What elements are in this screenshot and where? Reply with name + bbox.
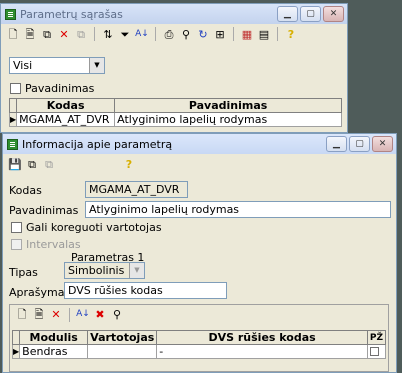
table-row[interactable]: ▶ Bendras - <box>11 344 387 359</box>
edit-icon[interactable]: 🗎 <box>23 27 37 41</box>
edit-icon[interactable]: 🗎 <box>32 308 46 322</box>
checkbox-box[interactable] <box>10 83 21 94</box>
minimize-button[interactable]: ▁ <box>277 6 298 22</box>
delete-icon[interactable]: ✕ <box>57 27 71 41</box>
filter-select-value: Visi <box>13 59 33 72</box>
table-cell-dvs[interactable]: - <box>156 344 368 359</box>
user-edit-checkbox[interactable]: Gali koreguoti vartotojas <box>11 221 162 234</box>
column-header[interactable]: Vartotojas <box>87 330 158 345</box>
column-header[interactable]: Pavadinimas <box>114 98 342 113</box>
param-list-table: Kodas Pavadinimas ▶ MGAMA_AT_DVR Atlygin… <box>8 98 342 127</box>
name-field[interactable]: Atlyginimo lapelių rodymas <box>85 201 391 218</box>
row-indicator-header <box>11 330 21 345</box>
detail-toolbar: 🗋 🗎 ✕ A↓ ✖ ⚲ <box>10 305 388 324</box>
sort-az-icon[interactable]: A↓ <box>135 27 149 41</box>
checkbox-box[interactable] <box>369 347 379 356</box>
duplicate-icon[interactable]: ⧉ <box>42 157 56 171</box>
code-field[interactable]: MGAMA_AT_DVR <box>85 181 188 198</box>
intervals-checkbox: Intervalas <box>11 238 81 251</box>
help-icon[interactable]: ? <box>122 157 136 171</box>
toolbar-separator <box>277 27 278 41</box>
funnel-icon[interactable]: ⏷ <box>118 27 132 41</box>
table-cell-user[interactable] <box>87 344 158 359</box>
toolbar-separator <box>69 307 70 322</box>
maximize-button[interactable]: ▢ <box>300 6 321 22</box>
desc-field[interactable]: DVS rūšies kodas <box>64 282 227 299</box>
param-list-toolbar: 🗋 🗎 ⧉ ✕ ⧉ ⇅ ⏷ A↓ ⎙ ⚲ ↻ ⊞ ▦ ▤ ? <box>1 24 347 44</box>
name-checkbox-label: Pavadinimas <box>25 82 95 95</box>
window-title: Parametrų sąrašas <box>20 7 123 21</box>
column-header[interactable]: DVS rūšies kodas <box>156 330 368 345</box>
new-icon[interactable]: 🗋 <box>15 308 29 322</box>
info-titlebar[interactable]: Informacija apie parametrą ▁ ▢ ✕ <box>3 134 396 154</box>
column-header[interactable]: Modulis <box>19 330 89 345</box>
clear-filter-icon[interactable]: ✖ <box>93 308 107 322</box>
row-pointer-icon: ▶ <box>8 112 18 127</box>
table-cell-name[interactable]: Atlyginimo lapelių rodymas <box>114 112 342 127</box>
row-pointer-icon: ▶ <box>11 344 21 359</box>
code-label: Kodas <box>9 184 42 197</box>
table-cell-pz[interactable] <box>366 344 387 359</box>
close-button[interactable]: ✕ <box>323 6 344 22</box>
app-icon <box>7 138 18 150</box>
duplicate-icon[interactable]: ⧉ <box>74 27 88 41</box>
filter-select[interactable]: Visi ▼ <box>9 57 105 74</box>
new-icon[interactable]: 🗋 <box>6 27 20 41</box>
detail-table: Modulis Vartotojas DVS rūšies kodas PŽ ▶… <box>11 330 387 359</box>
param-list-titlebar[interactable]: Parametrų sąrašas ▁ ▢ ✕ <box>1 4 347 24</box>
type-select[interactable]: Simbolinis ▼ <box>64 262 145 279</box>
binoculars-icon[interactable]: ⚲ <box>110 308 124 322</box>
toolbar-separator <box>155 27 156 41</box>
name-checkbox[interactable]: Pavadinimas <box>10 82 94 95</box>
grid-icon[interactable]: ▦ <box>240 27 254 41</box>
copy-record-icon[interactable]: ⧉ <box>40 27 54 41</box>
maximize-button[interactable]: ▢ <box>349 136 370 152</box>
chevron-down-icon[interactable]: ▼ <box>129 263 144 278</box>
minimize-button[interactable]: ▁ <box>326 136 347 152</box>
save-icon[interactable]: 💾 <box>8 157 22 171</box>
type-label: Tipas <box>9 266 38 279</box>
filter-sort-icon[interactable]: ⇅ <box>101 27 115 41</box>
delete-icon[interactable]: ✕ <box>49 308 63 322</box>
name-label: Pavadinimas <box>9 204 79 217</box>
help-icon[interactable]: ? <box>284 27 298 41</box>
checkbox-box[interactable] <box>11 222 22 233</box>
desc-label: Aprašymas <box>9 286 71 299</box>
tree-icon[interactable]: ⊞ <box>213 27 227 41</box>
window-title: Informacija apie parametrą <box>22 137 173 151</box>
type-select-value: Simbolinis <box>68 264 125 277</box>
sort-az-icon[interactable]: A↓ <box>76 308 90 322</box>
intervals-label: Intervalas <box>26 238 81 251</box>
copy-record-icon[interactable]: ⧉ <box>25 157 39 171</box>
export-icon[interactable]: ▤ <box>257 27 271 41</box>
toolbar-separator <box>94 27 95 41</box>
info-toolbar: 💾 ⧉ ⧉ ? <box>3 154 396 174</box>
table-cell-module[interactable]: Bendras <box>19 344 89 359</box>
column-header[interactable]: Kodas <box>16 98 116 113</box>
binoculars-icon[interactable]: ⚲ <box>179 27 193 41</box>
checkbox-box <box>11 239 22 250</box>
user-edit-label: Gali koreguoti vartotojas <box>26 221 162 234</box>
table-cell-code[interactable]: MGAMA_AT_DVR <box>16 112 116 127</box>
app-icon <box>5 8 16 20</box>
print-icon[interactable]: ⎙ <box>162 27 176 41</box>
column-header[interactable]: PŽ <box>366 330 387 345</box>
chevron-down-icon[interactable]: ▼ <box>89 58 104 73</box>
param-list-window: Parametrų sąrašas ▁ ▢ ✕ 🗋 🗎 ⧉ ✕ ⧉ ⇅ ⏷ A↓… <box>0 3 348 133</box>
refresh-icon[interactable]: ↻ <box>196 27 210 41</box>
info-window: Informacija apie parametrą ▁ ▢ ✕ 💾 ⧉ ⧉ ?… <box>2 133 397 373</box>
close-button[interactable]: ✕ <box>372 136 393 152</box>
detail-panel: 🗋 🗎 ✕ A↓ ✖ ⚲ Modulis Vartotojas DVS rūši… <box>9 304 389 372</box>
row-indicator-header <box>8 98 18 113</box>
table-row[interactable]: ▶ MGAMA_AT_DVR Atlyginimo lapelių rodyma… <box>8 112 342 127</box>
toolbar-separator <box>233 27 234 41</box>
